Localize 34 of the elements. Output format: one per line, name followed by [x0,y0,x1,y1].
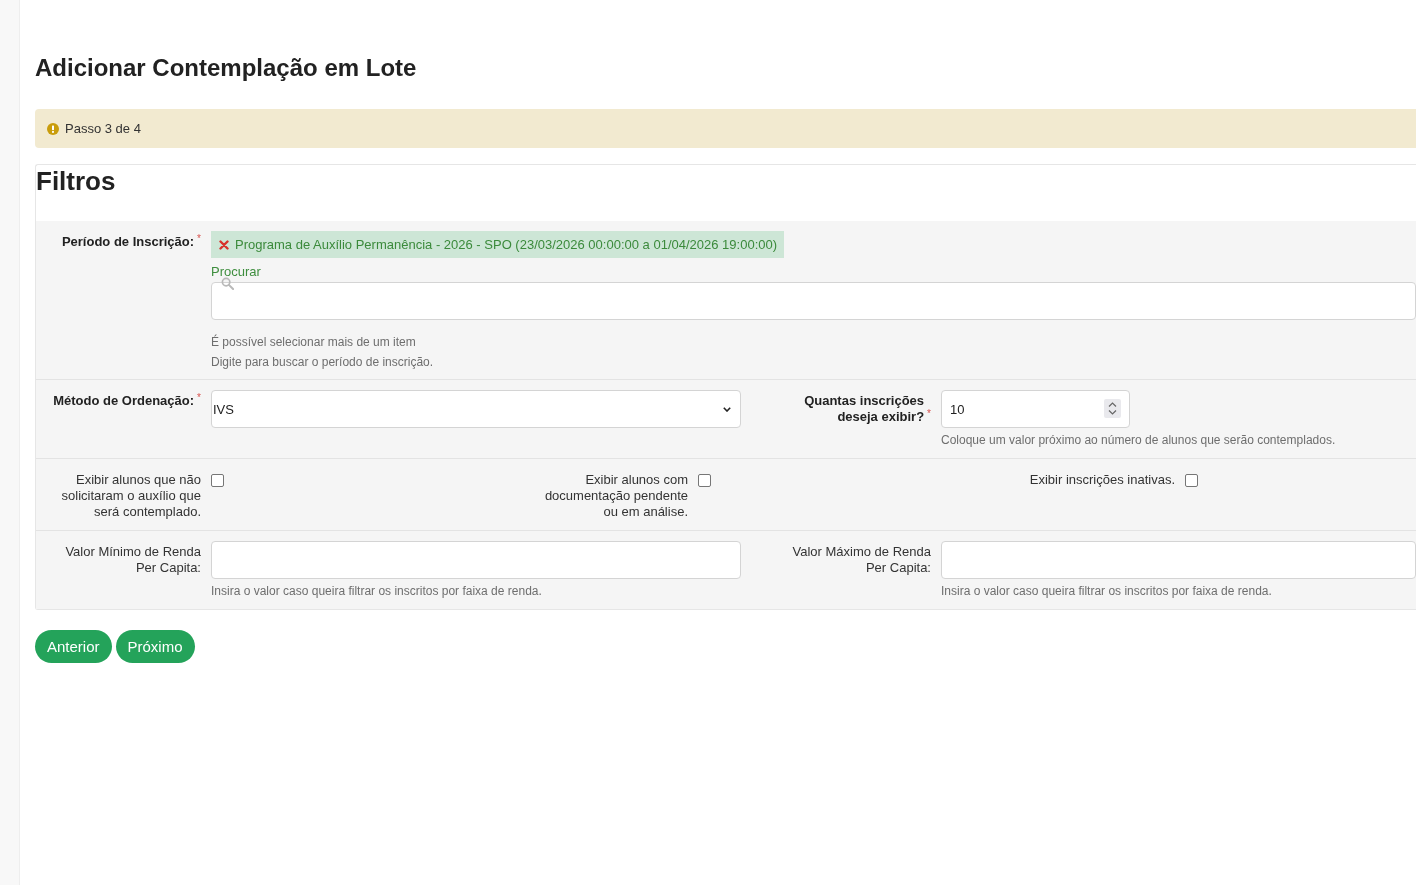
page-title: Adicionar Contemplação em Lote [35,53,417,83]
help-text: Insira o valor caso queira filtrar os inscritos por faixa de renda. [211,583,542,599]
required-mark: * [197,393,201,403]
checkbox-label: Exibir alunos com documentação pendente ou em análise. [543,472,688,520]
help-text: Coloque um valor próximo ao número de alunos que serão contemplados. [941,432,1336,448]
chevron-down-icon [723,406,731,412]
checkbox-label: Exibir inscrições inativas. [1029,472,1175,488]
alert-text: Passo 3 de 4 [65,121,141,136]
income-input[interactable] [941,541,1416,579]
checkbox[interactable] [211,474,224,487]
field-label: Valor Máximo de Renda Per Capita: [791,544,931,576]
help-text: Insira o valor caso queira filtrar os inscritos por faixa de renda. [941,583,1272,599]
search-icon [221,277,234,290]
help-text: Digite para buscar o período de inscrição. [211,354,434,371]
income-input[interactable] [211,541,741,579]
field-label: Método de Ordenação: [53,393,195,409]
exclamation-icon [47,122,59,135]
close-icon[interactable] [219,239,229,250]
checkbox[interactable] [698,474,711,487]
up-down-arrows-icon[interactable] [1104,399,1121,418]
sort-method-select[interactable]: IVS [211,390,741,428]
chip-label: Programa de Auxílio Permanência - 2026 - SPO (23/03/2026 00:00:00 a 01/04/2026 19:00:00) [235,237,778,252]
required-mark: * [197,234,201,244]
required-mark: * [927,409,931,419]
count-input[interactable]: 10 [941,390,1130,428]
checkbox[interactable] [1185,474,1198,487]
field-label: Valor Mínimo de Renda Per Capita: [64,544,201,576]
checkbox-label: Exibir alunos que não solicitaram o auxílio que será contemplado. [60,472,201,520]
help-text: É possível selecionar mais de um item [211,333,416,351]
search-field[interactable] [211,282,1416,320]
field-label: Quantas inscrições deseja exibir? [803,393,925,425]
panel-title: Filtros [36,165,116,198]
field-label: Período de Inscrição: [61,234,195,250]
search-label: Procurar [211,264,261,280]
